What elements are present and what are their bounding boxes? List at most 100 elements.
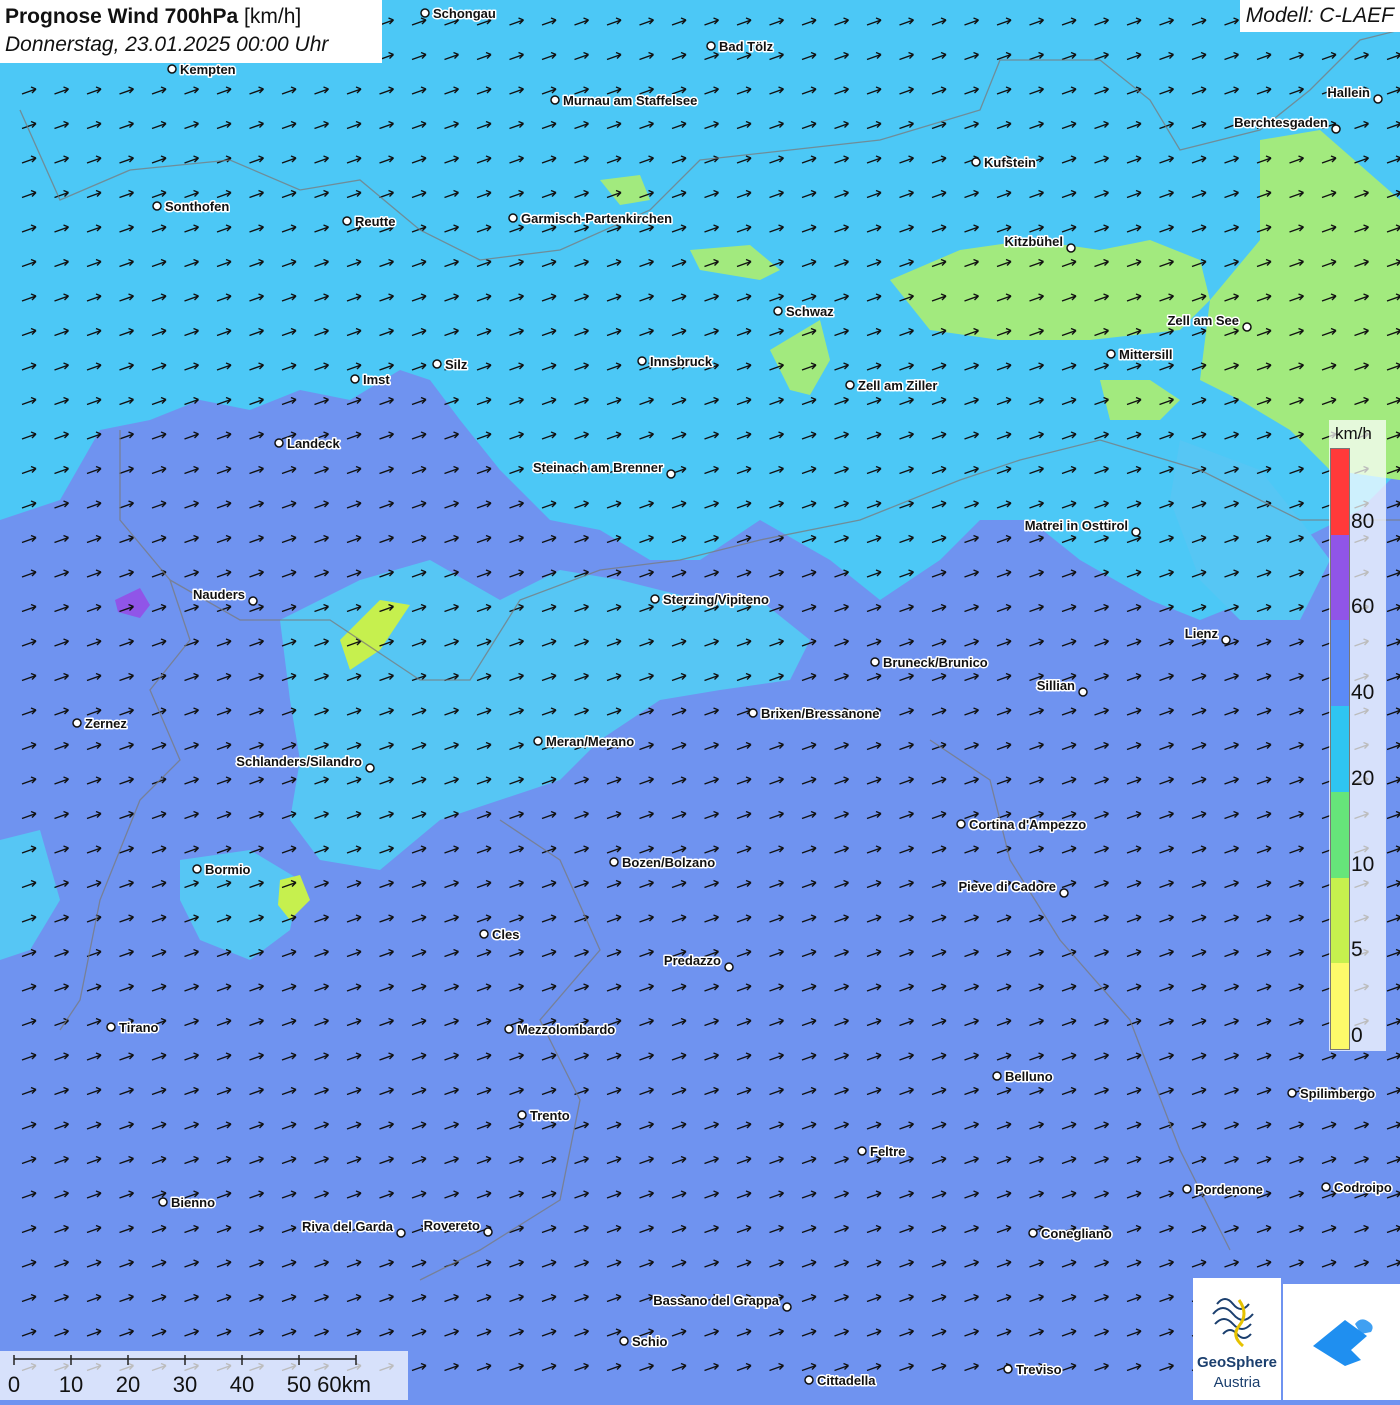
city-dot-icon — [483, 1227, 493, 1237]
city-label: Sillian — [1037, 678, 1075, 693]
scale-label: 50 — [287, 1372, 311, 1397]
city-dot-icon — [342, 216, 352, 226]
city-marker: Bozen/Bolzano — [609, 854, 717, 872]
city-marker: Schongau — [420, 5, 497, 23]
city-dot-icon — [1182, 1184, 1192, 1194]
legend-tick-label: 40 — [1351, 681, 1375, 705]
legend-color-segment — [1331, 963, 1349, 1049]
city-label: Predazzo — [664, 953, 721, 968]
city-dot-icon — [479, 929, 489, 939]
scale-label: 40 — [230, 1372, 254, 1397]
city-label: Pordenone — [1195, 1182, 1263, 1197]
city-marker: Conegliano — [1028, 1225, 1113, 1243]
legend-color-segment — [1331, 791, 1349, 878]
city-dot-icon — [1078, 687, 1088, 697]
city-dot-icon — [1106, 349, 1116, 359]
city-marker: Innsbruck — [637, 353, 714, 371]
scale-label: 0 — [8, 1372, 20, 1397]
cloud-arrow-icon — [1313, 1319, 1373, 1366]
geosphere-emblem-icon — [1212, 1298, 1254, 1348]
city-dot-icon — [1003, 1364, 1013, 1374]
city-marker: Spilimbergo — [1287, 1085, 1377, 1103]
city-dot-icon — [350, 374, 360, 384]
map-title: Prognose Wind 700hPa [km/h] — [5, 3, 377, 31]
city-dot-icon — [706, 41, 716, 51]
city-label: Kitzbühel — [1005, 234, 1064, 249]
wind-map[interactable]: Schongau Bad Tölz Kempten Murnau am Staffel… — [0, 0, 1400, 1400]
city-label: Zell am See — [1167, 313, 1239, 328]
weather-app-logo — [1283, 1284, 1400, 1400]
city-dot-icon — [724, 962, 734, 972]
city-dot-icon — [971, 157, 981, 167]
city-marker: Sterzing/Vipiteno — [650, 591, 770, 609]
city-label: Schio — [632, 1334, 667, 1349]
forecast-datetime: Donnerstag, 23.01.2025 00:00 Uhr — [5, 33, 329, 56]
color-legend: km/h 80 60 40 20 10 5 0 — [1329, 420, 1386, 1051]
scale-label: 20 — [116, 1372, 140, 1397]
city-label: Cles — [492, 927, 519, 942]
city-dot-icon — [1331, 124, 1341, 134]
geosphere-logo: GeoSphere Austria — [1193, 1278, 1281, 1400]
legend-tick-label: 0 — [1351, 1024, 1363, 1047]
city-label: Reutte — [355, 214, 395, 229]
legend-unit: km/h — [1335, 424, 1372, 443]
legend-color-segment — [1331, 706, 1349, 792]
city-dot-icon — [857, 1146, 867, 1156]
city-dot-icon — [432, 359, 442, 369]
scale-label: 60km — [317, 1372, 371, 1397]
city-label: Codroipo — [1334, 1180, 1392, 1195]
city-marker: Bruneck/Brunico — [870, 654, 989, 672]
city-dot-icon — [396, 1228, 406, 1238]
city-label: Kufstein — [984, 155, 1036, 170]
city-label: Schongau — [433, 6, 496, 21]
city-marker: Cortina d'Ampezzo — [956, 816, 1088, 834]
city-label: Schlanders/Silandro — [236, 754, 362, 769]
city-dot-icon — [1221, 635, 1231, 645]
geosphere-logo-line2: Austria — [1213, 1374, 1261, 1391]
city-label: Bad Tölz — [719, 39, 774, 54]
city-dot-icon — [650, 594, 660, 604]
city-marker: Zell am Ziller — [845, 377, 939, 395]
city-dot-icon — [782, 1302, 792, 1312]
map-title-main: Prognose Wind 700hPa — [5, 5, 239, 28]
city-marker: Garmisch-Partenkirchen — [508, 210, 674, 228]
city-label: Matrei in Osttirol — [1025, 518, 1128, 533]
city-label: Trento — [530, 1108, 570, 1123]
city-label: Zernez — [85, 716, 127, 731]
city-marker: Sonthofen — [152, 198, 231, 216]
city-dot-icon — [365, 763, 375, 773]
city-dot-icon — [637, 356, 647, 366]
city-dot-icon — [1028, 1228, 1038, 1238]
city-dot-icon — [72, 718, 82, 728]
city-label: Kempten — [180, 62, 236, 77]
city-dot-icon — [870, 657, 880, 667]
city-dot-icon — [167, 64, 177, 74]
city-dot-icon — [508, 213, 518, 223]
city-dot-icon — [666, 469, 676, 479]
city-dot-icon — [550, 95, 560, 105]
city-label: Cortina d'Ampezzo — [969, 817, 1086, 832]
city-dot-icon — [609, 857, 619, 867]
city-dot-icon — [804, 1375, 814, 1385]
legend-color-segment — [1331, 620, 1349, 707]
city-label: Conegliano — [1041, 1226, 1112, 1241]
city-label: Treviso — [1016, 1362, 1062, 1377]
city-label: Berchtesgaden — [1234, 115, 1328, 130]
city-label: Hallein — [1327, 85, 1370, 100]
legend-tick-label: 5 — [1351, 938, 1363, 962]
city-label: Schwaz — [786, 304, 834, 319]
city-marker: Pordenone — [1182, 1181, 1264, 1199]
city-label: Garmisch-Partenkirchen — [521, 211, 672, 226]
legend-tick-label: 20 — [1351, 766, 1375, 790]
city-label: Landeck — [287, 436, 341, 451]
city-label: Spilimbergo — [1300, 1086, 1375, 1101]
city-label: Zell am Ziller — [858, 378, 937, 393]
city-dot-icon — [1287, 1088, 1297, 1098]
city-dot-icon — [533, 736, 543, 746]
city-label: Tirano — [119, 1020, 159, 1035]
city-label: Bozen/Bolzano — [622, 855, 715, 870]
city-label: Mittersill — [1119, 347, 1172, 362]
city-label: Sterzing/Vipiteno — [663, 592, 769, 607]
city-label: Imst — [363, 372, 390, 387]
legend-tick-label: 10 — [1351, 852, 1375, 876]
